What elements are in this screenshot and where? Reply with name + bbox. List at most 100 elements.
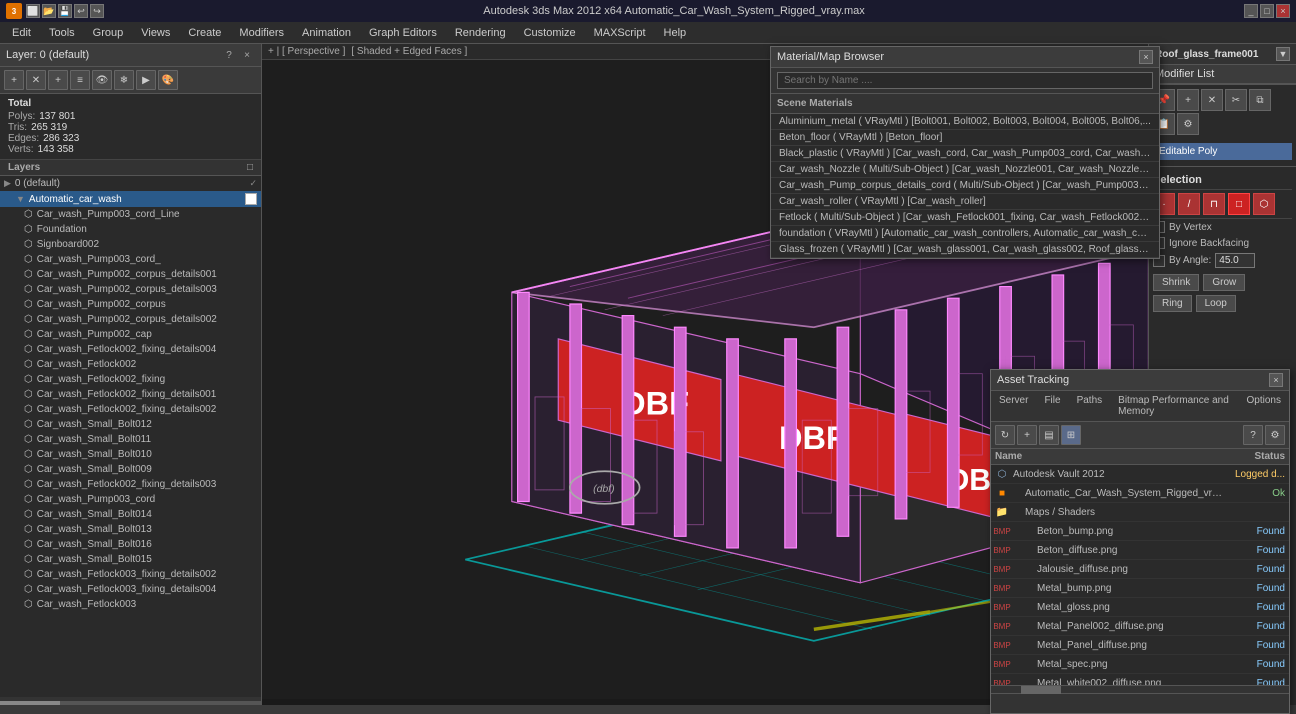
layer-select-btn[interactable]: ≡ [70,70,90,90]
minimize-btn[interactable]: _ [1244,4,1258,18]
layer-item-0default[interactable]: ▶ 0 (default) ✓ [0,176,261,191]
asset-menu-file[interactable]: File [1036,393,1068,419]
menu-group[interactable]: Group [85,25,132,41]
modifier-editable-poly[interactable]: Editable Poly [1153,143,1292,160]
asset-row-metal-gloss[interactable]: BMP Metal_gloss.png Found [991,598,1289,617]
layer-item-automatic-car-wash[interactable]: ▼ Automatic_car_wash [0,191,261,207]
layer-item-pump002-det003[interactable]: ⬡ Car_wash_Pump002_corpus_details003 [0,282,261,297]
layer-color-btn[interactable]: 🎨 [158,70,178,90]
asset-row-vault[interactable]: ⬡ Autodesk Vault 2012 Logged d... [991,465,1289,484]
mat-browser-close-btn[interactable]: × [1139,50,1153,64]
layer-item-fetlock003[interactable]: ⬡ Car_wash_Fetlock003 [0,597,261,612]
asset-row-beton-diffuse[interactable]: BMP Beton_diffuse.png Found [991,541,1289,560]
layer-item-fetlock002-fix[interactable]: ⬡ Car_wash_Fetlock002_fixing [0,372,261,387]
menu-maxscript[interactable]: MAXScript [586,25,654,41]
open-btn[interactable]: 📂 [42,4,56,18]
close-btn[interactable]: × [1276,4,1290,18]
asset-tb-help-btn[interactable]: ? [1243,425,1263,445]
layer-item-pump003-cord2[interactable]: ⬡ Car_wash_Pump003_cord [0,492,261,507]
layer-item-fetlock002-fixdet003[interactable]: ⬡ Car_wash_Fetlock002_fixing_details003 [0,477,261,492]
layer-item-fetlock003-fixdet004[interactable]: ⬡ Car_wash_Fetlock003_fixing_details004 [0,582,261,597]
mat-item-glass-frozen[interactable]: Glass_frozen ( VRayMtl ) [Car_wash_glass… [771,242,1159,258]
mod-tb-delete-btn[interactable]: ✕ [1201,89,1223,111]
layer-new-btn[interactable]: + [4,70,24,90]
layer-item-pump003-cord[interactable]: ⬡ Car_wash_Pump003_cord_ [0,252,261,267]
menu-help[interactable]: Help [656,25,695,41]
layer-item-foundation[interactable]: ⬡ Foundation [0,222,261,237]
layer-item-small-bolt010[interactable]: ⬡ Car_wash_Small_Bolt010 [0,447,261,462]
menu-create[interactable]: Create [180,25,229,41]
menu-modifiers[interactable]: Modifiers [231,25,292,41]
redo-btn[interactable]: ↪ [90,4,104,18]
asset-menu-options[interactable]: Options [1239,393,1289,419]
layer-item-small-bolt016[interactable]: ⬡ Car_wash_Small_Bolt016 [0,537,261,552]
asset-row-metal-panel[interactable]: BMP Metal_Panel_diffuse.png Found [991,636,1289,655]
asset-scroll-thumb[interactable] [1021,686,1061,694]
asset-menu-bitmap[interactable]: Bitmap Performance and Memory [1110,393,1238,419]
layers-close-btn[interactable]: × [239,47,255,63]
layer-scroll-thumb[interactable] [0,701,60,705]
mat-item-beton-floor[interactable]: Beton_floor ( VRayMtl ) [Beton_floor] [771,130,1159,146]
menu-graph-editors[interactable]: Graph Editors [361,25,445,41]
asset-row-metal-bump[interactable]: BMP Metal_bump.png Found [991,579,1289,598]
shrink-btn[interactable]: Shrink [1153,274,1199,291]
layer-item-fetlock002[interactable]: ⬡ Car_wash_Fetlock002 [0,357,261,372]
layer-delete-btn[interactable]: ✕ [26,70,46,90]
layer-item-fetlock002-fixdet002[interactable]: ⬡ Car_wash_Fetlock002_fixing_details002 [0,402,261,417]
mod-tb-copy-btn[interactable]: ⧉ [1249,89,1271,111]
select-edge-btn[interactable]: / [1178,193,1200,215]
asset-tb-settings-btn[interactable]: ⚙ [1265,425,1285,445]
menu-tools[interactable]: Tools [41,25,83,41]
by-angle-input[interactable] [1215,253,1255,268]
layer-item-small-bolt014[interactable]: ⬡ Car_wash_Small_Bolt014 [0,507,261,522]
layer-item-pump002-cap[interactable]: ⬡ Car_wash_Pump002_cap [0,327,261,342]
mat-item-black-plastic[interactable]: Black_plastic ( VRayMtl ) [Car_wash_cord… [771,146,1159,162]
save-btn[interactable]: 💾 [58,4,72,18]
layer-hide-btn[interactable]: 👁 [92,70,112,90]
layer-item-pump002-det002[interactable]: ⬡ Car_wash_Pump002_corpus_details002 [0,312,261,327]
asset-scrollbar[interactable] [991,685,1289,693]
mod-tb-configure-btn[interactable]: ⚙ [1177,113,1199,135]
undo-btn[interactable]: ↩ [74,4,88,18]
layer-item-small-bolt009[interactable]: ⬡ Car_wash_Small_Bolt009 [0,462,261,477]
asset-row-jalousie[interactable]: BMP Jalousie_diffuse.png Found [991,560,1289,579]
new-btn[interactable]: ⬜ [26,4,40,18]
mod-tb-cut-btn[interactable]: ✂ [1225,89,1247,111]
asset-row-beton-bump[interactable]: BMP Beton_bump.png Found [991,522,1289,541]
layer-item-fetlock002-fixdet001[interactable]: ⬡ Car_wash_Fetlock002_fixing_details001 [0,387,261,402]
modifier-dropdown-btn[interactable]: ▼ [1276,47,1290,61]
menu-views[interactable]: Views [133,25,178,41]
select-polygon-btn[interactable]: □ [1228,193,1250,215]
loop-btn[interactable]: Loop [1196,295,1236,312]
layer-list[interactable]: ▶ 0 (default) ✓ ▼ Automatic_car_wash ⬡ C… [0,176,261,697]
layer-list-scrollbar[interactable] [0,697,261,705]
menu-animation[interactable]: Animation [294,25,359,41]
mat-item-car-wash-nozzle[interactable]: Car_wash_Nozzle ( Multi/Sub-Object ) [Ca… [771,162,1159,178]
grow-btn[interactable]: Grow [1203,274,1245,291]
asset-tb-table-btn[interactable]: ▤ [1039,425,1059,445]
menu-customize[interactable]: Customize [516,25,584,41]
select-border-btn[interactable]: ⊓ [1203,193,1225,215]
mat-item-aluminium[interactable]: Aluminium_metal ( VRayMtl ) [Bolt001, Bo… [771,114,1159,130]
asset-tb-list-btn[interactable]: ⊞ [1061,425,1081,445]
mod-tb-add-btn[interactable]: + [1177,89,1199,111]
layer-item-small-bolt012[interactable]: ⬡ Car_wash_Small_Bolt012 [0,417,261,432]
material-browser-search-input[interactable] [777,72,1153,89]
layer-render-btn[interactable]: ▶ [136,70,156,90]
asset-row-metal-panel002[interactable]: BMP Metal_Panel002_diffuse.png Found [991,617,1289,636]
menu-rendering[interactable]: Rendering [447,25,514,41]
layers-help-btn[interactable]: ? [221,47,237,63]
mat-item-car-wash-roller[interactable]: Car_wash_roller ( VRayMtl ) [Car_wash_ro… [771,194,1159,210]
asset-tracking-close-btn[interactable]: × [1269,373,1283,387]
layer-item-small-bolt015[interactable]: ⬡ Car_wash_Small_Bolt015 [0,552,261,567]
asset-tb-expand-btn[interactable]: + [1017,425,1037,445]
select-element-btn[interactable]: ⬡ [1253,193,1275,215]
ring-btn[interactable]: Ring [1153,295,1192,312]
menu-edit[interactable]: Edit [4,25,39,41]
layer-item-pump002-det001[interactable]: ⬡ Car_wash_Pump002_corpus_details001 [0,267,261,282]
asset-row-metal-spec[interactable]: BMP Metal_spec.png Found [991,655,1289,674]
asset-row-metal-white002[interactable]: BMP Metal_white002_diffuse.png Found [991,674,1289,685]
layer-item-cord-line[interactable]: ⬡ Car_wash_Pump003_cord_Line [0,207,261,222]
asset-menu-paths[interactable]: Paths [1069,393,1111,419]
layer-item-fetlock003-fixdet002[interactable]: ⬡ Car_wash_Fetlock003_fixing_details002 [0,567,261,582]
